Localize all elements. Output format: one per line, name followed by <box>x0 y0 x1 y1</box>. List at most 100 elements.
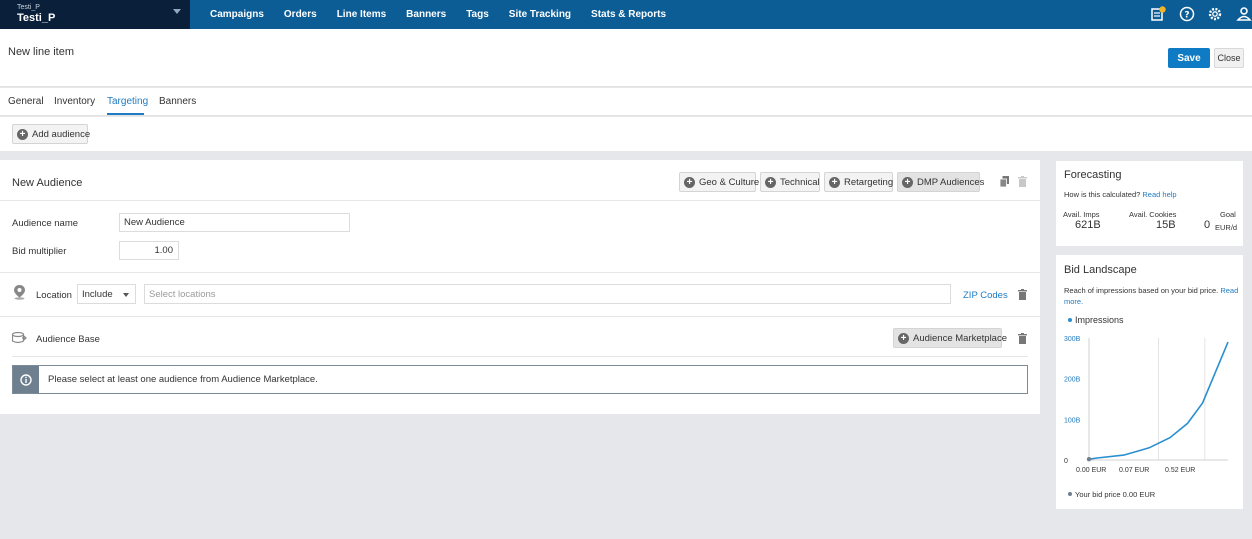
goal-unit: EUR/d <box>1215 223 1238 232</box>
x-tick-label: 0.07 EUR <box>1119 467 1149 474</box>
trash-icon[interactable] <box>1018 176 1027 187</box>
bid-multiplier-input[interactable]: 1.00 <box>119 241 179 260</box>
trash-icon[interactable] <box>1018 289 1027 300</box>
bid-landscape-desc: Reach of impressions based on your bid p… <box>1064 285 1239 307</box>
user-icon[interactable] <box>1236 6 1252 22</box>
divider <box>0 200 1040 201</box>
nav-tags[interactable]: Tags <box>466 9 489 20</box>
zip-codes-link[interactable]: ZIP Codes <box>963 290 1008 301</box>
read-help-link[interactable]: Read help <box>1142 190 1176 199</box>
avail-cookies-value: 15B <box>1156 219 1176 231</box>
divider <box>12 356 1028 357</box>
geo-culture-button[interactable]: + Geo & Culture <box>679 172 760 192</box>
retargeting-label: Retargeting <box>844 176 894 188</box>
info-alert: Please select at least one audience from… <box>12 365 1028 394</box>
info-icon <box>20 373 32 386</box>
geo-culture-label: Geo & Culture <box>699 176 760 188</box>
help-icon[interactable]: ? <box>1179 6 1195 22</box>
account-name: Testi_P <box>17 12 56 24</box>
plus-circle-icon: + <box>17 128 28 140</box>
nav-orders[interactable]: Orders <box>284 9 317 20</box>
technical-button[interactable]: + Technical <box>760 172 820 192</box>
save-button[interactable]: Save <box>1168 48 1210 68</box>
audience-name-label: Audience name <box>12 218 79 229</box>
include-select[interactable]: Include <box>77 284 136 304</box>
main-nav: Campaigns Orders Line Items Banners Tags… <box>200 0 676 29</box>
add-audience-button[interactable]: + Add audience <box>12 124 91 144</box>
bid-landscape-desc-text: Reach of impressions based on your bid p… <box>1064 286 1219 295</box>
nav-site-tracking[interactable]: Site Tracking <box>509 9 571 20</box>
bid-multiplier-label: Bid multiplier <box>12 246 67 257</box>
y-tick-label: 0 <box>1064 458 1068 465</box>
y-tick-label: 300B <box>1064 336 1081 343</box>
bid-landscape-chart: 0 100B 200B 300B 0.00 EUR 0.07 EUR 0.52 EUR <box>1064 336 1229 474</box>
bid-landscape-title: Bid Landscape <box>1064 264 1137 276</box>
your-bid-dot <box>1068 492 1072 496</box>
dmp-audiences-button[interactable]: + DMP Audiences <box>897 172 984 192</box>
top-nav-bar: Testi_P Testi_P Campaigns Orders Line It… <box>0 0 1252 29</box>
audience-title: New Audience <box>12 177 83 189</box>
forecast-question: How is this calculated? Read help <box>1064 190 1177 199</box>
plus-circle-icon: + <box>898 332 909 344</box>
active-tab-indicator <box>107 113 144 115</box>
add-audience-row: + Add audience <box>0 117 1252 151</box>
y-tick-label: 200B <box>1064 377 1081 384</box>
divider <box>0 272 1040 273</box>
tab-general[interactable]: General <box>8 96 44 107</box>
account-small-label: Testi_P <box>17 4 40 11</box>
your-bid-label: Your bid price 0.00 EUR <box>1075 490 1156 499</box>
x-tick-label: 0.52 EUR <box>1165 467 1195 474</box>
legend-impressions: Impressions <box>1075 315 1124 325</box>
tab-bar: General Inventory Targeting Banners <box>0 88 1252 116</box>
close-button[interactable]: Close <box>1214 48 1244 68</box>
notifications-icon[interactable] <box>1150 6 1166 22</box>
nav-line-items[interactable]: Line Items <box>337 9 386 20</box>
plus-circle-icon: + <box>902 176 913 188</box>
avail-cookies-label: Avail. Cookies <box>1129 210 1177 219</box>
locations-input[interactable]: Select locations <box>144 284 951 304</box>
plus-circle-icon: + <box>684 176 695 188</box>
location-pin-icon <box>14 285 25 300</box>
add-audience-label: Add audience <box>32 128 91 140</box>
trash-icon[interactable] <box>1018 333 1027 344</box>
audience-marketplace-button[interactable]: + Audience Marketplace <box>893 328 1007 348</box>
technical-label: Technical <box>780 176 820 188</box>
divider <box>0 316 1040 317</box>
x-tick-label: 0.00 EUR <box>1076 467 1106 474</box>
chevron-down-icon <box>173 9 181 14</box>
nav-campaigns[interactable]: Campaigns <box>210 9 264 20</box>
tab-inventory[interactable]: Inventory <box>54 96 95 107</box>
chevron-down-icon <box>123 293 129 297</box>
your-bid-point <box>1086 456 1092 462</box>
goal-value: 0 <box>1204 219 1211 231</box>
audience-name-input[interactable]: New Audience <box>119 213 350 232</box>
dmp-audiences-label: DMP Audiences <box>917 176 985 188</box>
goal-label: Goal <box>1220 210 1236 219</box>
plus-circle-icon: + <box>765 176 776 188</box>
page-title: New line item <box>8 46 75 58</box>
info-icon-box <box>13 366 39 393</box>
tab-banners[interactable]: Banners <box>159 96 196 107</box>
legend-dot <box>1068 318 1072 322</box>
svg-text:?: ? <box>1184 11 1189 21</box>
nav-stats-reports[interactable]: Stats & Reports <box>591 9 666 20</box>
page-header: New line item Save Close <box>0 29 1252 87</box>
avail-imps-value: 621B <box>1075 219 1101 231</box>
avail-imps-label: Avail. Imps <box>1063 210 1100 219</box>
copy-icon[interactable] <box>1000 176 1009 187</box>
forecasting-panel: Forecasting How is this calculated? Read… <box>1056 161 1243 246</box>
nav-banners[interactable]: Banners <box>406 9 446 20</box>
info-message: Please select at least one audience from… <box>48 374 318 385</box>
forecast-question-text: How is this calculated? <box>1064 190 1141 199</box>
tab-targeting[interactable]: Targeting <box>107 96 148 107</box>
audience-base-label: Audience Base <box>36 334 100 345</box>
include-value: Include <box>82 288 113 300</box>
y-tick-label: 100B <box>1064 417 1081 424</box>
database-icon <box>12 332 27 344</box>
retargeting-button[interactable]: + Retargeting <box>824 172 893 192</box>
forecasting-title: Forecasting <box>1064 169 1122 181</box>
gear-icon[interactable] <box>1207 6 1223 22</box>
bid-landscape-panel: Bid Landscape Reach of impressions based… <box>1056 255 1243 509</box>
account-switcher[interactable]: Testi_P Testi_P <box>0 0 190 29</box>
location-label: Location <box>36 290 72 301</box>
